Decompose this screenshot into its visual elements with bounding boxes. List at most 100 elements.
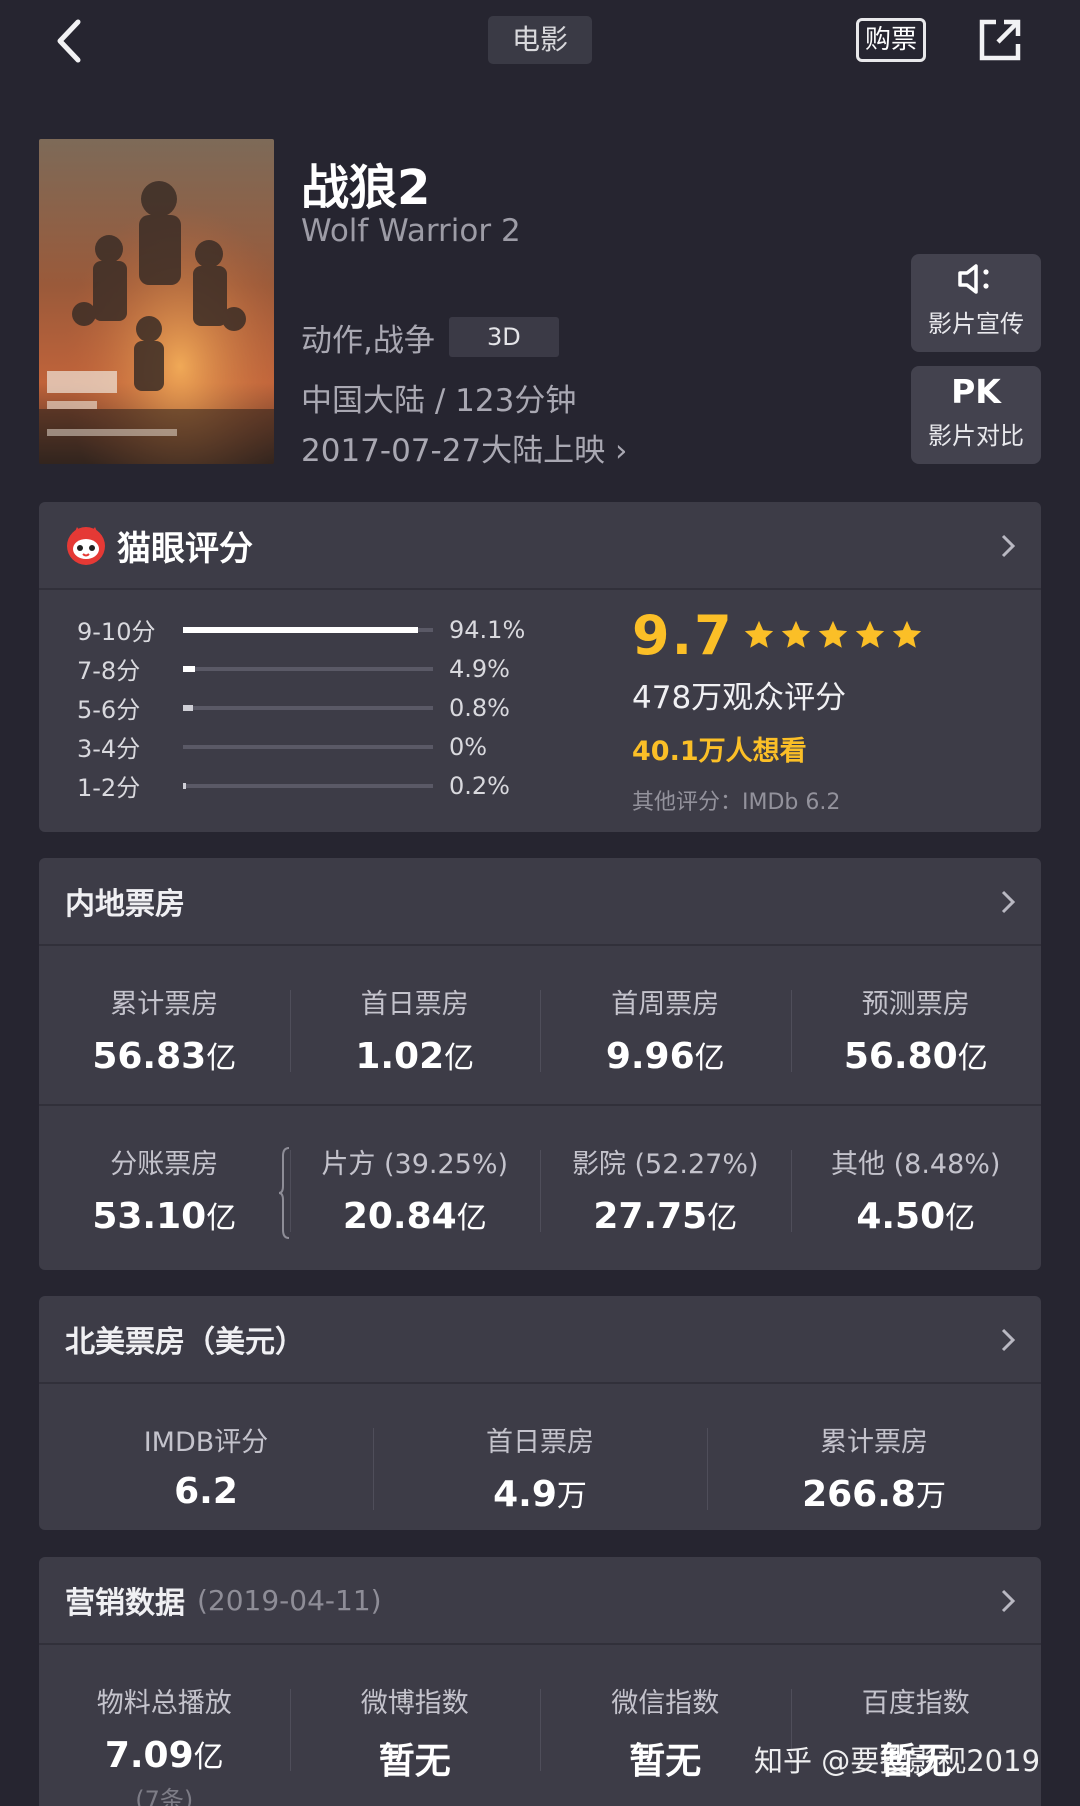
speaker-icon	[958, 264, 989, 294]
rating-bar-row: 9-10分 94.1%	[77, 610, 525, 649]
stat-value: 56.80	[843, 1036, 958, 1077]
chevron-right-icon	[1001, 1589, 1016, 1613]
brace-icon	[278, 1147, 290, 1239]
rating-bar-percent: 4.9%	[449, 654, 510, 683]
stat-label: 预测票房	[861, 989, 970, 1020]
rating-score: 9.7	[632, 603, 734, 667]
rating-bar-row: 3-4分 0%	[77, 727, 525, 766]
star-icon	[892, 620, 921, 648]
movie-release-link[interactable]: 2017-07-27大陆上映 ›	[301, 425, 627, 470]
stat-na-first-day: 首日票房 4.9万	[373, 1384, 707, 1544]
stat-value: 56.83	[92, 1036, 207, 1077]
box-office-row-2: 分账票房 53.10亿 片方 (39.25%) 20.84亿 影院 (52.27%)…	[39, 1106, 1041, 1266]
stat-label: 片方 (39.25%)	[321, 1149, 509, 1180]
rating-card[interactable]: 猫眼评分 9-10分 94.1% 7-8分 4.9% 5-6分 0.8% 3-4分 0% 1-2…	[39, 502, 1041, 832]
stat-total-box-office: 累计票房 56.83亿	[39, 946, 290, 1106]
stat-value: 暂无	[629, 1741, 702, 1782]
rating-bar-track	[183, 782, 433, 789]
stat-value: 266.8	[802, 1474, 916, 1515]
stat-value: 9.96	[605, 1036, 695, 1077]
rating-bar-row: 7-8分 4.9%	[77, 649, 525, 688]
stat-unit: 亿	[456, 1201, 487, 1236]
stat-unit: 亿	[707, 1201, 738, 1236]
stat-sub: (7条)	[135, 1786, 194, 1806]
stat-label: IMDB评分	[143, 1427, 269, 1458]
rating-bar-track	[183, 704, 433, 711]
stat-unit: 亿	[193, 1740, 224, 1775]
stat-value: 6.2	[174, 1471, 238, 1512]
stat-first-day: 首日票房 1.02亿	[289, 946, 541, 1106]
rating-bar-row: 1-2分 0.2%	[77, 766, 525, 805]
movie-english-title: Wolf Warrior 2	[301, 213, 521, 249]
stat-label: 微博指数	[360, 1688, 469, 1719]
rating-bar-track	[183, 744, 433, 749]
other-rating: 其他评分：IMDb 6.2	[632, 790, 841, 815]
stat-wechat-index: 微信指数 暂无	[540, 1645, 791, 1805]
page-title: 电影	[488, 16, 592, 64]
maoyan-cat-icon	[67, 527, 105, 565]
rating-title: 猫眼评分	[117, 528, 253, 569]
watermark: 知乎 @要搜影视2019	[754, 1744, 1041, 1778]
stat-label: 首日票房	[360, 989, 469, 1020]
rating-bar-fill	[183, 665, 196, 672]
buy-ticket-button[interactable]: 购票	[856, 18, 926, 62]
stat-value: 20.84	[342, 1196, 457, 1237]
format-badge: 3D	[448, 317, 559, 357]
rating-header[interactable]: 猫眼评分	[39, 502, 1041, 590]
poster-image	[39, 139, 274, 464]
rating-bar-percent: 0.2%	[449, 771, 510, 800]
stat-label: 首日票房	[486, 1427, 594, 1458]
stat-label: 累计票房	[820, 1427, 928, 1458]
chevron-right-icon	[1001, 1328, 1016, 1352]
stat-forecast: 预测票房 56.80亿	[790, 946, 1042, 1106]
stat-unit: 亿	[206, 1201, 237, 1236]
north-america-header[interactable]: 北美票房（美元）	[39, 1296, 1041, 1384]
score-block: 9.7 478万观众评分 40.1万人想看 其他评分：IMDb 6.2	[632, 604, 927, 816]
star-icon	[744, 620, 773, 648]
chevron-right-icon	[1001, 890, 1016, 914]
stat-split-box-office: 分账票房 53.10亿	[39, 1106, 290, 1266]
stat-value: 4.9	[493, 1474, 557, 1515]
rating-bar-label: 5-6分	[77, 696, 141, 724]
box-office-header[interactable]: 内地票房	[39, 858, 1041, 946]
stat-na-total: 累计票房 266.8万	[707, 1384, 1041, 1544]
stat-label: 首周票房	[611, 989, 720, 1020]
share-icon[interactable]	[976, 16, 1024, 64]
mainland-box-office-card[interactable]: 内地票房 累计票房 56.83亿 首日票房 1.02亿 首周票房 9.96亿 预测票房…	[39, 858, 1041, 1270]
movie-title: 战狼2	[301, 160, 431, 216]
pk-icon: PK	[951, 371, 1001, 411]
stat-label: 累计票房	[110, 989, 219, 1020]
stat-first-week: 首周票房 9.96亿	[540, 946, 791, 1106]
genre-row: 动作,战争 3D	[301, 316, 559, 359]
stat-unit: 亿	[945, 1201, 976, 1236]
want-to-see: 40.1万人想看	[632, 736, 807, 767]
rating-bar-percent: 0.8%	[449, 693, 510, 722]
back-arrow-icon[interactable]	[50, 16, 90, 66]
star-icon	[781, 620, 810, 648]
promo-label: 影片宣传	[928, 310, 1024, 338]
marketing-header[interactable]: 营销数据 (2019-04-11)	[39, 1557, 1041, 1645]
stat-value: 1.02	[355, 1036, 445, 1077]
stat-label: 微信指数	[611, 1688, 720, 1719]
north-america-card[interactable]: 北美票房（美元） IMDB评分 6.2 首日票房 4.9万 累计票房 266.8万	[39, 1296, 1041, 1530]
movie-poster[interactable]	[39, 139, 274, 464]
stat-weibo-index: 微博指数 暂无	[289, 1645, 541, 1805]
rating-bar-fill	[183, 626, 419, 633]
star-icon	[818, 620, 847, 648]
stat-label: 分账票房	[110, 1149, 219, 1180]
rating-distribution: 9-10分 94.1% 7-8分 4.9% 5-6分 0.8% 3-4分 0% 1-2分 0.2%	[77, 610, 525, 805]
stat-value: 27.75	[593, 1196, 708, 1237]
stat-producer-share: 片方 (39.25%) 20.84亿	[289, 1106, 541, 1266]
compare-label: 影片对比	[928, 422, 1024, 450]
movie-genre: 动作,战争	[301, 322, 435, 359]
rating-bar-track	[183, 626, 433, 633]
marketing-date: (2019-04-11)	[197, 1583, 382, 1617]
rating-bar-percent: 94.1%	[449, 615, 526, 644]
stat-cinema-share: 影院 (52.27%) 27.75亿	[540, 1106, 791, 1266]
promo-button[interactable]: 影片宣传	[911, 254, 1041, 352]
stat-value: 53.10	[92, 1196, 207, 1237]
compare-button[interactable]: PK 影片对比	[911, 366, 1041, 464]
stat-unit: 亿	[206, 1041, 237, 1076]
stat-value: 7.09	[104, 1735, 194, 1776]
rating-bar-label: 1-2分	[77, 774, 141, 802]
